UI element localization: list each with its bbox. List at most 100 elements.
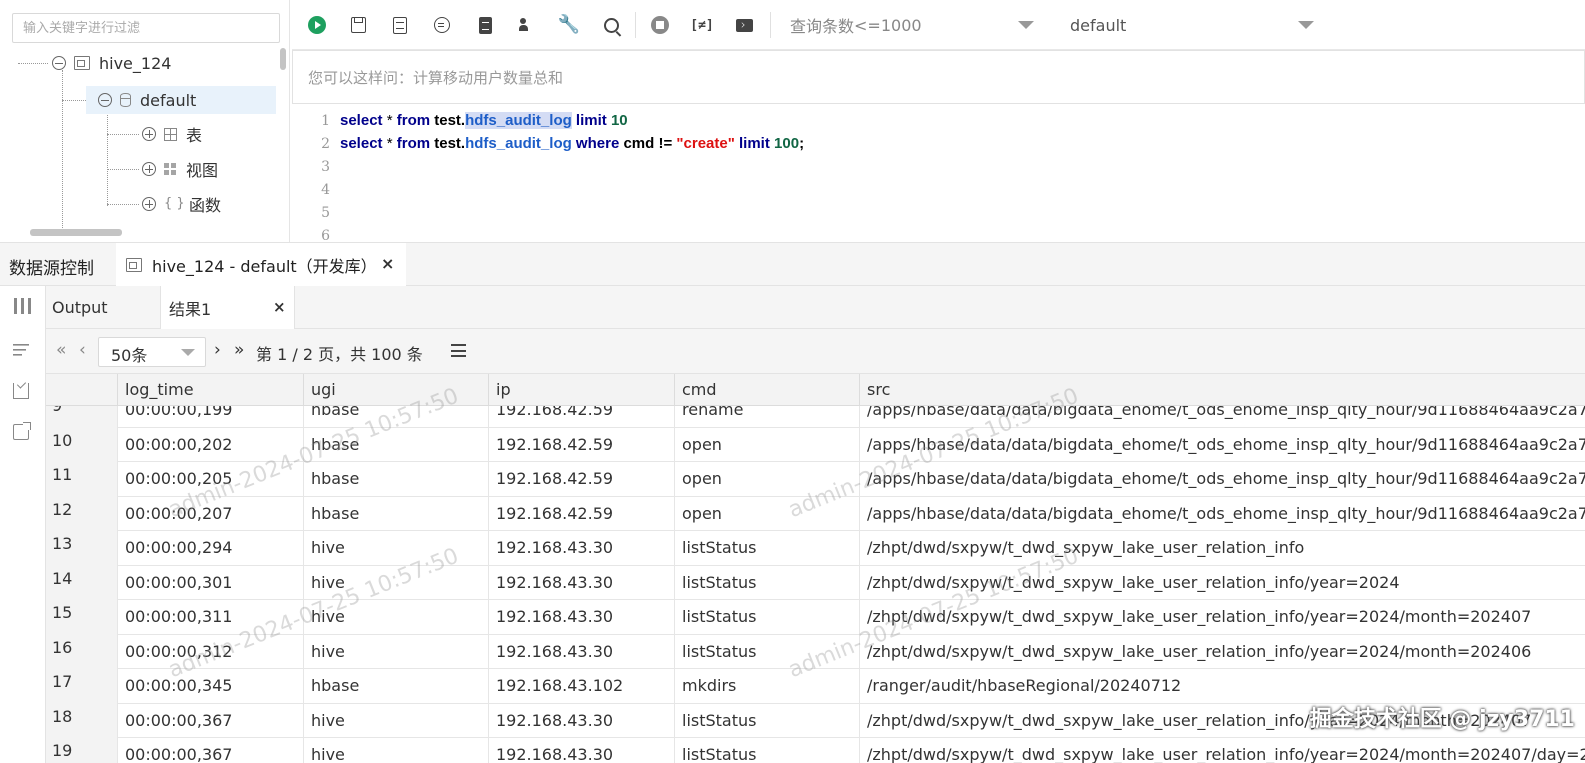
- header-src[interactable]: src: [860, 374, 1585, 406]
- close-icon[interactable]: ×: [381, 254, 394, 273]
- cell-ugi[interactable]: hbase: [304, 406, 489, 428]
- stop-button[interactable]: [649, 14, 671, 36]
- cell-ip[interactable]: 192.168.42.59: [489, 427, 675, 462]
- cell-cmd[interactable]: listStatus: [675, 738, 860, 763]
- cell-cmd[interactable]: open: [675, 462, 860, 497]
- row-index[interactable]: 13: [46, 531, 118, 566]
- cell-src[interactable]: /apps/hbase/data/data/bigdata_ehome/t_od…: [860, 497, 1585, 532]
- table-row[interactable]: 16 00:00:00,312 hive 192.168.43.30 listStatu…: [46, 634, 1585, 670]
- cell-log-time[interactable]: 00:00:00,367: [118, 703, 304, 738]
- table-row[interactable]: 11 00:00:00,205 hbase 192.168.42.59 open/app…: [46, 462, 1585, 497]
- cell-ip[interactable]: 192.168.43.30: [489, 634, 675, 669]
- row-index[interactable]: 14: [46, 565, 118, 600]
- tree-node-tables[interactable]: 表: [142, 120, 202, 148]
- tree-vertical-scrollbar[interactable]: [279, 48, 287, 218]
- cell-src[interactable]: /ranger/audit/hbaseRegional/20240712: [860, 669, 1585, 704]
- prev-page-button[interactable]: ‹: [79, 340, 86, 360]
- settings-button[interactable]: 🔧: [558, 14, 580, 36]
- sql-editor[interactable]: 1 2 4 3 5 6 select * from test.hdfs_audi…: [292, 104, 1585, 242]
- download-icon[interactable]: [13, 383, 29, 399]
- format-button[interactable]: [431, 14, 453, 36]
- last-page-button[interactable]: »: [234, 340, 244, 360]
- clipboard-button[interactable]: [474, 14, 496, 36]
- tree-filter-input[interactable]: [12, 13, 280, 43]
- tree-node-views[interactable]: 视图: [142, 155, 218, 183]
- cell-src[interactable]: /apps/hbase/data/data/bigdata_ehome/t_od…: [860, 406, 1585, 428]
- cell-ip[interactable]: 192.168.43.30: [489, 531, 675, 566]
- cell-cmd[interactable]: open: [675, 427, 860, 462]
- save-button[interactable]: [347, 14, 369, 36]
- next-page-button[interactable]: ›: [214, 340, 221, 360]
- cell-ip[interactable]: 192.168.42.59: [489, 496, 675, 531]
- cell-src[interactable]: /zhpt/dwd/sxpyw/t_dwd_sxpyw_lake_user_re…: [860, 635, 1585, 670]
- chevron-down-icon[interactable]: [1298, 21, 1314, 29]
- row-index[interactable]: 17: [46, 669, 118, 704]
- table-row[interactable]: 13 00:00:00,294 hive 192.168.43.30 listStatu…: [46, 531, 1585, 566]
- cell-src[interactable]: /zhpt/dwd/sxpyw/t_dwd_sxpyw_lake_user_re…: [860, 566, 1585, 601]
- cell-log-time[interactable]: 00:00:00,311: [118, 600, 304, 635]
- table-row[interactable]: 15 00:00:00,311 hive 192.168.43.30 listStatu…: [46, 600, 1585, 635]
- cell-ugi[interactable]: hive: [304, 600, 489, 635]
- header-cmd[interactable]: cmd: [675, 374, 860, 406]
- cell-src[interactable]: /zhpt/dwd/sxpyw/t_dwd_sxpyw_lake_user_re…: [860, 738, 1585, 763]
- header-ip[interactable]: ip: [489, 374, 675, 406]
- tree-node-connection[interactable]: hive_124: [52, 49, 171, 77]
- close-icon[interactable]: ×: [273, 298, 286, 316]
- cell-cmd[interactable]: listStatus: [675, 531, 860, 566]
- cell-ip[interactable]: 192.168.43.30: [489, 600, 675, 635]
- run-button[interactable]: [306, 14, 328, 36]
- cell-cmd[interactable]: rename: [675, 406, 860, 428]
- terminal-button[interactable]: [733, 14, 755, 36]
- cell-log-time[interactable]: 00:00:00,345: [118, 669, 304, 704]
- tree-horizontal-scrollbar[interactable]: [30, 229, 122, 236]
- params-button[interactable]: [≠]: [690, 14, 713, 36]
- cell-ip[interactable]: 192.168.43.30: [489, 565, 675, 600]
- cell-log-time[interactable]: 00:00:00,202: [118, 427, 304, 462]
- collapse-icon[interactable]: [98, 93, 112, 107]
- tree-node-functions[interactable]: { } 函数: [142, 190, 221, 218]
- table-row[interactable]: 10 00:00:00,202 hbase 192.168.42.59 open/app…: [46, 427, 1585, 462]
- cell-ip[interactable]: 192.168.43.30: [489, 738, 675, 763]
- table-row[interactable]: 12 00:00:00,207 hbase 192.168.42.59 open/app…: [46, 496, 1585, 532]
- find-button[interactable]: [600, 14, 622, 36]
- header-ugi[interactable]: ugi: [304, 374, 489, 406]
- collapse-icon[interactable]: [52, 56, 66, 70]
- columns-icon[interactable]: [14, 298, 32, 314]
- cell-cmd[interactable]: listStatus: [675, 703, 860, 738]
- table-row[interactable]: 19 00:00:00,367 hive 192.168.43.30 listStatu…: [46, 738, 1585, 763]
- wrap-text-icon[interactable]: [13, 343, 31, 357]
- cell-ugi[interactable]: hbase: [304, 462, 489, 497]
- row-index[interactable]: 19: [46, 738, 118, 763]
- cell-ip[interactable]: 192.168.42.59: [489, 406, 675, 428]
- table-row[interactable]: 14 00:00:00,301 hive 192.168.43.30 listStatu…: [46, 565, 1585, 601]
- datasource-tab[interactable]: hive_124 - default（开发库） ×: [116, 243, 406, 286]
- row-index[interactable]: 11: [46, 462, 118, 497]
- cell-src[interactable]: /zhpt/dwd/sxpyw/t_dwd_sxpyw_lake_user_re…: [860, 600, 1585, 635]
- cell-cmd[interactable]: open: [675, 496, 860, 531]
- cell-src[interactable]: /zhpt/dwd/sxpyw/t_dwd_sxpyw_lake_user_re…: [860, 531, 1585, 566]
- cell-cmd[interactable]: mkdirs: [675, 669, 860, 704]
- row-index[interactable]: 12: [46, 496, 118, 531]
- cell-cmd[interactable]: listStatus: [675, 600, 860, 635]
- cell-log-time[interactable]: 00:00:00,312: [118, 634, 304, 669]
- export-icon[interactable]: [13, 422, 31, 440]
- row-index[interactable]: 15: [46, 600, 118, 635]
- code-line-1[interactable]: select * from test.hdfs_audit_log limit …: [340, 112, 628, 129]
- chevron-down-icon[interactable]: [1018, 21, 1034, 29]
- menu-icon[interactable]: [451, 344, 466, 357]
- first-page-button[interactable]: «: [56, 340, 66, 360]
- expand-icon[interactable]: [142, 127, 156, 141]
- cell-ip[interactable]: 192.168.43.102: [489, 669, 675, 704]
- cell-ugi[interactable]: hbase: [304, 427, 489, 462]
- row-index[interactable]: 16: [46, 634, 118, 669]
- saved-queries-button[interactable]: [389, 14, 411, 36]
- code-line-2[interactable]: select * from test.hdfs_audit_log where …: [340, 135, 804, 152]
- user-button[interactable]: [516, 14, 538, 36]
- query-limit-select[interactable]: 查询条数 <=1000: [790, 10, 1045, 40]
- cell-cmd[interactable]: listStatus: [675, 565, 860, 600]
- header-log-time[interactable]: log_time: [118, 374, 304, 406]
- cell-ugi[interactable]: hive: [304, 565, 489, 600]
- cell-ip[interactable]: 192.168.43.30: [489, 703, 675, 738]
- expand-icon[interactable]: [142, 197, 156, 211]
- cell-ugi[interactable]: hbase: [304, 496, 489, 531]
